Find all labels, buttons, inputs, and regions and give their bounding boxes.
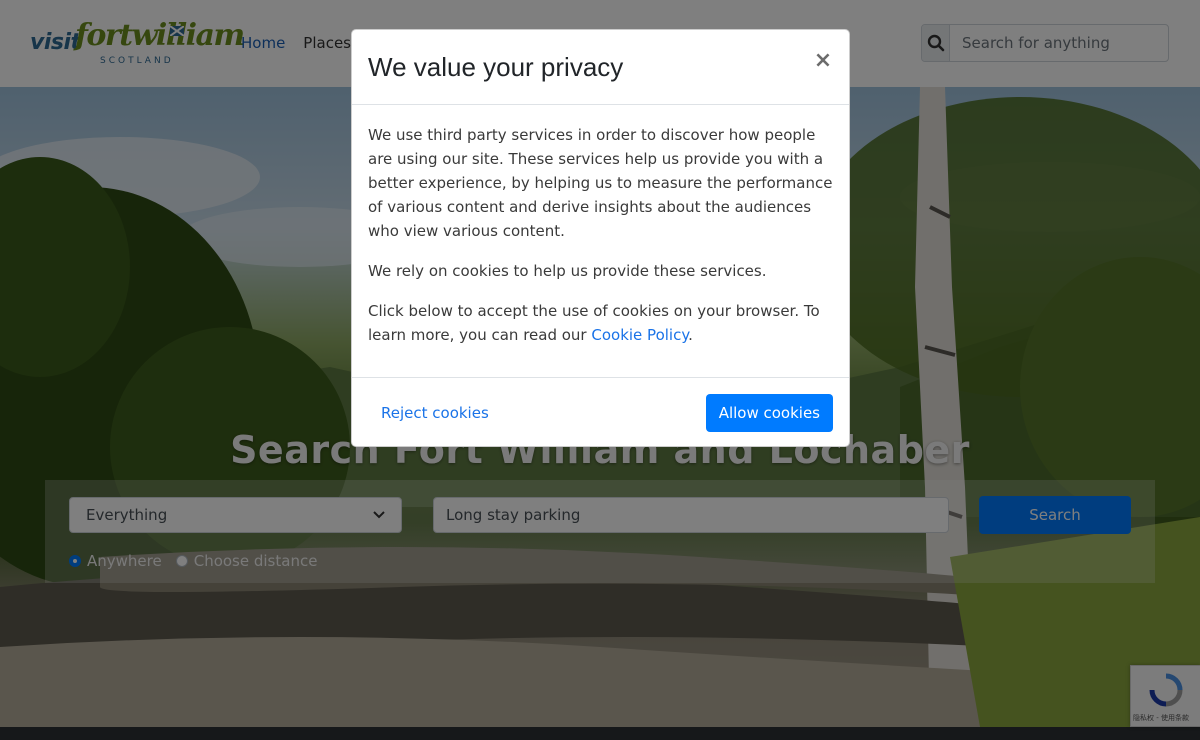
modal-title: We value your privacy	[368, 52, 624, 82]
privacy-paragraph-2: We rely on cookies to help us provide th…	[368, 262, 767, 280]
reject-cookies-button[interactable]: Reject cookies	[368, 394, 502, 432]
modal-header: We value your privacy ×	[352, 30, 849, 105]
cookie-consent-modal: We value your privacy × We use third par…	[351, 29, 850, 447]
privacy-paragraph-3-end: .	[688, 326, 693, 344]
privacy-paragraph-3: Click below to accept the use of cookies…	[368, 299, 838, 347]
close-icon[interactable]: ×	[813, 50, 833, 72]
modal-body: We use third party services in order to …	[368, 123, 838, 363]
cookie-policy-link[interactable]: Cookie Policy	[591, 326, 688, 344]
privacy-paragraph-1: We use third party services in order to …	[368, 126, 833, 240]
allow-cookies-button[interactable]: Allow cookies	[705, 394, 833, 432]
modal-footer: Reject cookies Allow cookies	[352, 377, 849, 447]
